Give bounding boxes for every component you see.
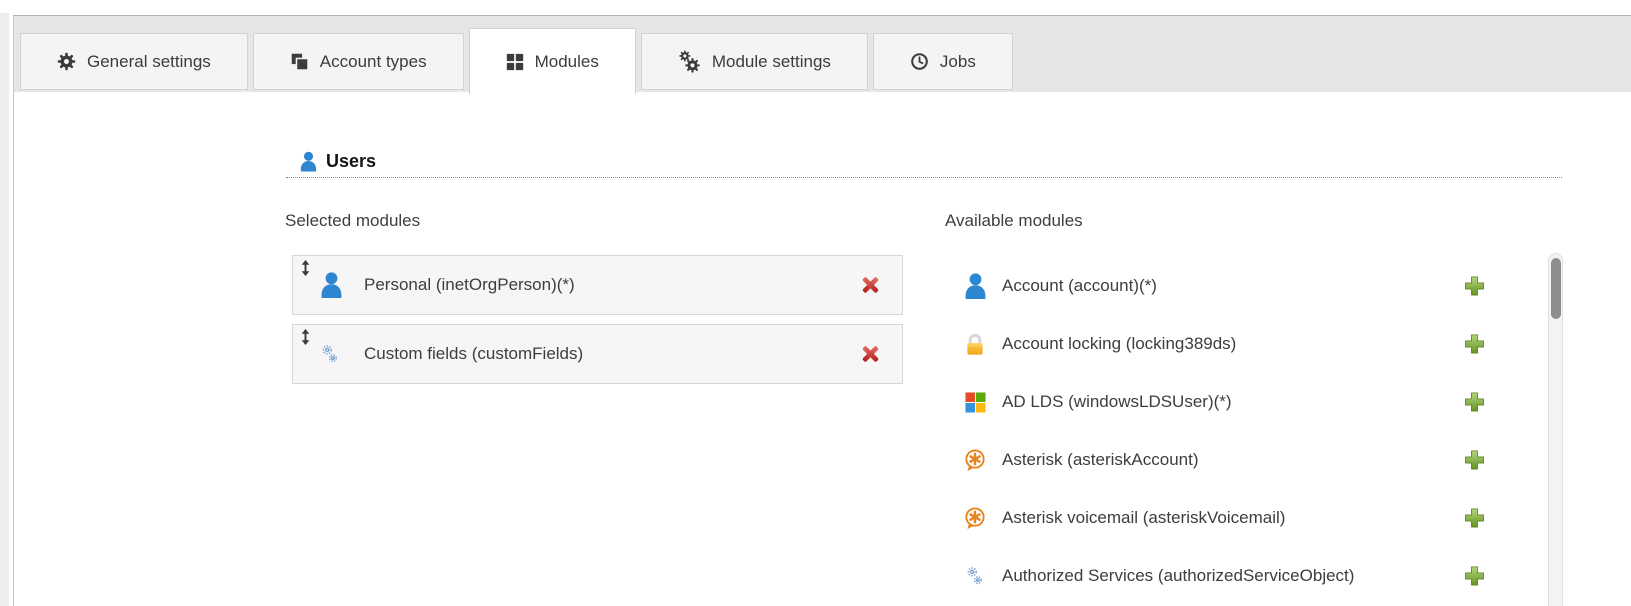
module-icon-slot bbox=[963, 565, 987, 587]
gears-blue-icon bbox=[965, 565, 985, 587]
tab-general-settings[interactable]: General settings bbox=[20, 33, 248, 90]
tab-label: Modules bbox=[535, 52, 599, 72]
module-label: Asterisk (asteriskAccount) bbox=[1002, 450, 1199, 470]
module-icon-slot bbox=[963, 392, 987, 413]
tab-label: Jobs bbox=[940, 52, 976, 72]
available-module-row: Account (account)(*) bbox=[963, 257, 1486, 315]
add-module-button[interactable] bbox=[1464, 276, 1485, 297]
copy-icon bbox=[290, 52, 309, 71]
gear-icon bbox=[57, 52, 76, 71]
user-icon bbox=[964, 273, 987, 299]
tab-label: General settings bbox=[87, 52, 211, 72]
available-module-row: AD LDS (windowsLDSUser)(*) bbox=[963, 373, 1486, 431]
module-label: Personal (inetOrgPerson)(*) bbox=[364, 275, 575, 295]
selected-modules-header: Selected modules bbox=[285, 211, 420, 231]
tab-jobs[interactable]: Jobs bbox=[873, 33, 1013, 90]
module-label: Account (account)(*) bbox=[1002, 276, 1157, 296]
available-modules-list: Account (account)(*) Account locking (loc… bbox=[963, 257, 1486, 605]
user-icon bbox=[320, 272, 343, 298]
tab-label: Module settings bbox=[712, 52, 831, 72]
module-label: Authorized Services (authorizedServiceOb… bbox=[1002, 566, 1354, 586]
tab-bar: General settings Account types Modules Modu… bbox=[14, 16, 1631, 92]
lock-icon bbox=[964, 332, 986, 356]
selected-module-row[interactable]: Personal (inetOrgPerson)(*) bbox=[292, 255, 903, 315]
section-divider bbox=[286, 177, 1562, 178]
available-list-scrollbar-thumb[interactable] bbox=[1551, 258, 1561, 319]
add-module-button[interactable] bbox=[1464, 334, 1485, 355]
asterisk-icon bbox=[963, 448, 987, 472]
add-module-button[interactable] bbox=[1464, 566, 1485, 587]
module-icon-slot bbox=[963, 506, 987, 530]
module-icon-slot bbox=[963, 273, 987, 299]
user-icon bbox=[300, 149, 317, 174]
page-left-gutter bbox=[0, 13, 9, 606]
selected-modules-list: Personal (inetOrgPerson)(*) Custom fields… bbox=[292, 255, 903, 393]
section-title: Users bbox=[326, 151, 376, 172]
add-module-button[interactable] bbox=[1464, 392, 1485, 413]
users-section-heading: Users bbox=[300, 149, 376, 174]
module-icon-slot bbox=[963, 332, 987, 356]
tab-modules[interactable]: Modules bbox=[469, 28, 636, 94]
add-module-button[interactable] bbox=[1464, 450, 1485, 471]
selected-module-row[interactable]: Custom fields (customFields) bbox=[292, 324, 903, 384]
windows-icon bbox=[965, 392, 986, 413]
available-module-row: Account locking (locking389ds) bbox=[963, 315, 1486, 373]
available-modules-header: Available modules bbox=[945, 211, 1083, 231]
add-module-button[interactable] bbox=[1464, 508, 1485, 529]
remove-module-button[interactable] bbox=[860, 275, 881, 295]
module-label: Custom fields (customFields) bbox=[364, 344, 583, 364]
modules-settings-page: General settings Account types Modules Modu… bbox=[0, 0, 1631, 606]
gears-icon bbox=[678, 50, 701, 73]
tab-account-types[interactable]: Account types bbox=[253, 33, 464, 90]
clock-icon bbox=[910, 52, 929, 71]
grid-icon bbox=[506, 53, 524, 71]
module-label: Asterisk voicemail (asteriskVoicemail) bbox=[1002, 508, 1285, 528]
module-label: AD LDS (windowsLDSUser)(*) bbox=[1002, 392, 1232, 412]
asterisk-icon bbox=[963, 506, 987, 530]
available-module-row: Asterisk voicemail (asteriskVoicemail) bbox=[963, 489, 1486, 547]
drag-handle-icon[interactable] bbox=[300, 329, 311, 345]
module-icon-slot bbox=[963, 448, 987, 472]
gears-blue-icon bbox=[320, 343, 340, 365]
available-module-row: Authorized Services (authorizedServiceOb… bbox=[963, 547, 1486, 605]
drag-handle-icon[interactable] bbox=[300, 260, 311, 276]
module-label: Account locking (locking389ds) bbox=[1002, 334, 1236, 354]
tab-module-settings[interactable]: Module settings bbox=[641, 33, 868, 90]
available-module-row: Asterisk (asteriskAccount) bbox=[963, 431, 1486, 489]
tab-label: Account types bbox=[320, 52, 427, 72]
remove-module-button[interactable] bbox=[860, 344, 881, 364]
